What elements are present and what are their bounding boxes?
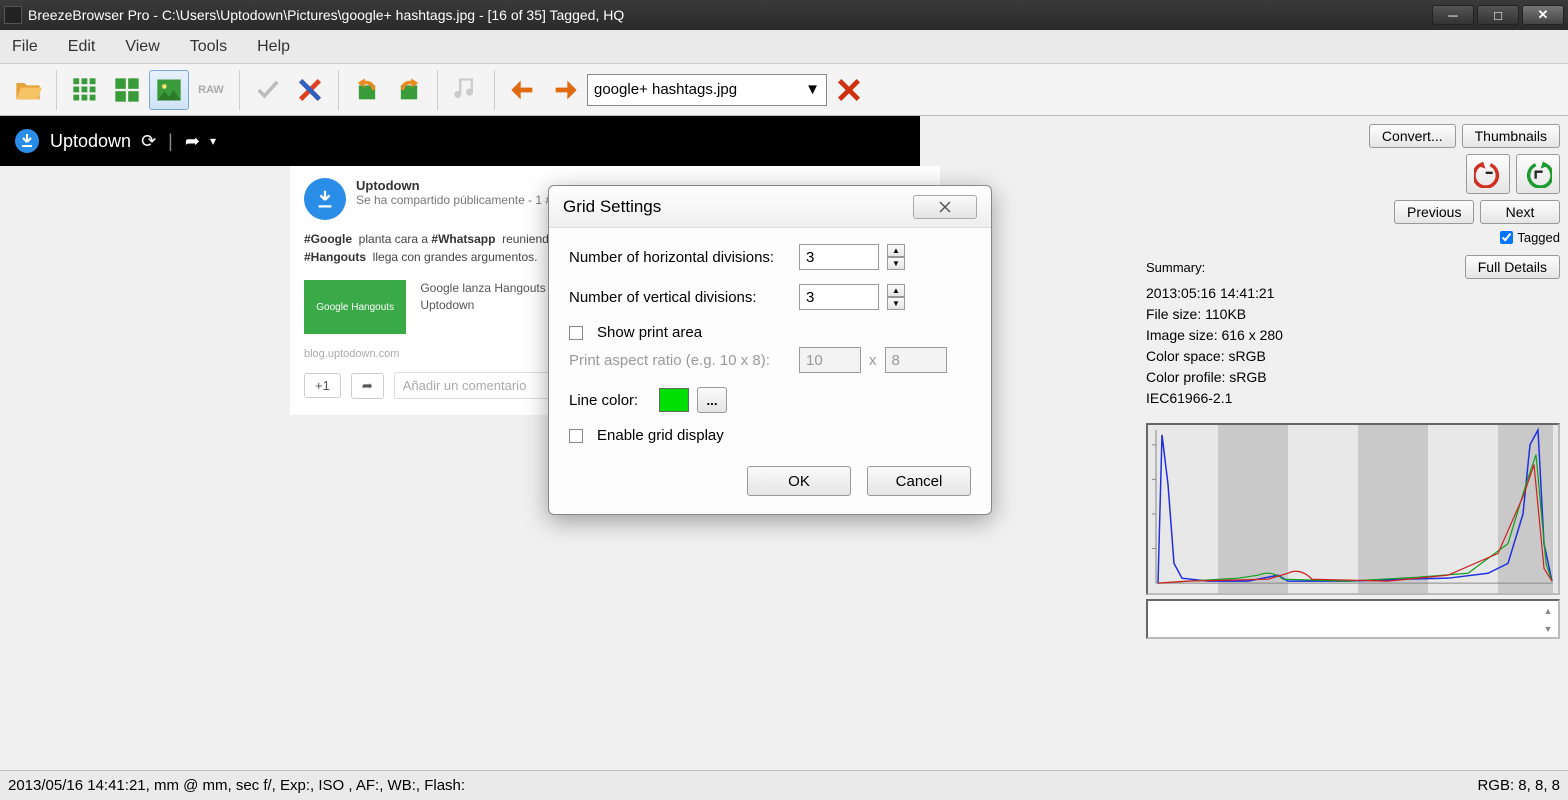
aspect-w-input: 10 xyxy=(799,347,861,373)
spin-up-icon[interactable]: ▲ xyxy=(887,244,905,257)
delete-button[interactable] xyxy=(829,70,869,110)
detail-imagesize: Image size: 616 x 280 xyxy=(1146,325,1560,346)
aspect-label: Print aspect ratio (e.g. 10 x 8): xyxy=(569,352,791,369)
hdiv-label: Number of horizontal divisions: xyxy=(569,249,791,266)
close-icon xyxy=(938,200,952,214)
page-header-bar: Uptodown ⟳ | ➦ ▾ xyxy=(0,116,920,166)
detail-colorspace: Color space: sRGB xyxy=(1146,346,1560,367)
toolbar: RAW google+ hashtags.jpg ▼ xyxy=(0,64,1568,116)
chevron-down-icon[interactable]: ▾ xyxy=(210,134,216,148)
summary-label: Summary: xyxy=(1146,260,1205,275)
detail-colorprofile: Color profile: sRGB xyxy=(1146,367,1560,388)
detail-iec: IEC61966-2.1 xyxy=(1146,388,1560,409)
close-button[interactable]: ✕ xyxy=(1522,5,1564,25)
vdiv-label: Number of vertical divisions: xyxy=(569,289,791,306)
menu-file[interactable]: File xyxy=(12,38,38,56)
download-circle-icon xyxy=(14,128,40,154)
next-arrow-button[interactable] xyxy=(545,70,585,110)
raw-button[interactable]: RAW xyxy=(191,70,231,110)
enable-grid-label: Enable grid display xyxy=(597,427,724,444)
rotate-right-button[interactable] xyxy=(389,70,429,110)
share-icon[interactable]: ➦ xyxy=(185,131,200,152)
spin-up-icon[interactable]: ▲ xyxy=(887,284,905,297)
refresh-icon[interactable]: ⟳ xyxy=(141,131,156,152)
side-panel: Convert... Thumbnails Previous Next Tagg… xyxy=(1138,116,1568,770)
spin-down-icon[interactable]: ▼ xyxy=(887,297,905,310)
aspect-x: x xyxy=(869,352,877,369)
full-details-button[interactable]: Full Details xyxy=(1465,255,1560,279)
single-image-button[interactable] xyxy=(149,70,189,110)
scroll-up-icon[interactable]: ▲ xyxy=(1540,603,1556,619)
audio-button[interactable] xyxy=(446,70,486,110)
post-shared-line: Se ha compartido públicamente - 1 # xyxy=(356,193,552,207)
enable-grid-checkbox[interactable] xyxy=(569,429,583,443)
status-bar: 2013/05/16 14:41:21, mm @ mm, sec f/, Ex… xyxy=(0,770,1568,800)
menu-tools[interactable]: Tools xyxy=(190,38,227,56)
tagged-checkbox[interactable] xyxy=(1500,231,1513,244)
rotate-cw-button[interactable] xyxy=(1516,154,1560,194)
menu-view[interactable]: View xyxy=(125,38,159,56)
rotate-ccw-button[interactable] xyxy=(1466,154,1510,194)
menubar: File Edit View Tools Help xyxy=(0,30,1568,64)
prev-arrow-button[interactable] xyxy=(503,70,543,110)
rotate-left-button[interactable] xyxy=(347,70,387,110)
post-author: Uptodown xyxy=(356,178,552,193)
scroll-down-icon[interactable]: ▼ xyxy=(1540,621,1556,637)
avatar xyxy=(304,178,346,220)
status-left: 2013/05/16 14:41:21, mm @ mm, sec f/, Ex… xyxy=(8,777,465,794)
line-color-label: Line color: xyxy=(569,392,651,409)
hdiv-input[interactable]: 3 xyxy=(799,244,879,270)
plus-one-button[interactable]: +1 xyxy=(304,373,341,398)
convert-button[interactable]: Convert... xyxy=(1369,124,1456,148)
hdiv-spinner[interactable]: ▲▼ xyxy=(887,244,905,270)
status-rgb: RGB: 8, 8, 8 xyxy=(1477,777,1560,794)
grid-small-button[interactable] xyxy=(65,70,105,110)
line-color-swatch xyxy=(659,388,689,412)
spin-down-icon[interactable]: ▼ xyxy=(887,257,905,270)
next-button[interactable]: Next xyxy=(1480,200,1560,224)
window-title: BreezeBrowser Pro - C:\Users\Uptodown\Pi… xyxy=(28,7,1429,23)
menu-edit[interactable]: Edit xyxy=(68,38,96,56)
link-thumbnail: Google Hangouts xyxy=(304,280,406,334)
show-print-area-label: Show print area xyxy=(597,324,702,341)
file-dropdown[interactable]: google+ hashtags.jpg ▼ xyxy=(587,74,827,106)
page-header-title: Uptodown xyxy=(50,131,131,152)
detail-datetime: 2013:05:16 14:41:21 xyxy=(1146,283,1560,304)
file-dropdown-label: google+ hashtags.jpg xyxy=(594,81,737,98)
vdiv-input[interactable]: 3 xyxy=(799,284,879,310)
tag-check-button[interactable] xyxy=(248,70,288,110)
open-folder-button[interactable] xyxy=(8,70,48,110)
tagged-label: Tagged xyxy=(1517,230,1560,245)
maximize-button[interactable]: □ xyxy=(1477,5,1519,25)
vdiv-spinner[interactable]: ▲▼ xyxy=(887,284,905,310)
ok-button[interactable]: OK xyxy=(747,466,851,496)
minimize-button[interactable]: ─ xyxy=(1432,5,1474,25)
cancel-button[interactable]: Cancel xyxy=(867,466,971,496)
app-icon xyxy=(4,6,22,24)
show-print-area-checkbox[interactable] xyxy=(569,326,583,340)
window-titlebar: BreezeBrowser Pro - C:\Users\Uptodown\Pi… xyxy=(0,0,1568,30)
color-picker-button[interactable]: ... xyxy=(697,387,727,413)
image-details: 2013:05:16 14:41:21 File size: 110KB Ima… xyxy=(1146,283,1560,409)
aspect-h-input: 8 xyxy=(885,347,947,373)
previous-button[interactable]: Previous xyxy=(1394,200,1474,224)
dialog-title: Grid Settings xyxy=(563,197,661,217)
thumbnails-button[interactable]: Thumbnails xyxy=(1462,124,1560,148)
comment-box[interactable]: ▲▼ xyxy=(1146,599,1560,639)
menu-help[interactable]: Help xyxy=(257,38,290,56)
histogram xyxy=(1146,423,1560,595)
share-button[interactable]: ➦ xyxy=(351,373,384,399)
chevron-down-icon: ▼ xyxy=(805,81,820,98)
detail-filesize: File size: 110KB xyxy=(1146,304,1560,325)
grid-large-button[interactable] xyxy=(107,70,147,110)
tag-x-button[interactable] xyxy=(290,70,330,110)
grid-settings-dialog: Grid Settings Number of horizontal divis… xyxy=(548,185,992,515)
dialog-close-button[interactable] xyxy=(913,195,977,219)
